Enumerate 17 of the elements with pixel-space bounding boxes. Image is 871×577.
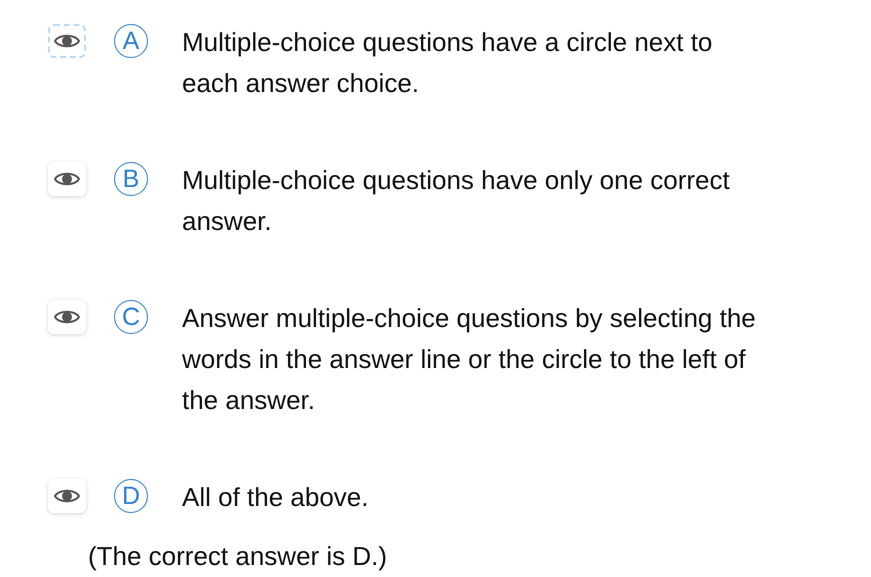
eye-icon — [54, 171, 80, 187]
eye-button[interactable] — [48, 24, 86, 58]
eye-icon — [54, 33, 80, 49]
eye-button[interactable] — [48, 300, 86, 334]
choice-text[interactable]: Answer multiple-choice questions by selecting the words in the answer line or the circle to the left of the answer. — [182, 298, 772, 421]
eye-icon — [54, 309, 80, 325]
answer-note: (The correct answer is D.) — [88, 540, 388, 573]
choice-text[interactable]: Multiple-choice questions have only one correct answer. — [182, 160, 772, 242]
choice-text[interactable]: All of the above. — [182, 477, 772, 518]
choice-letter[interactable]: D — [114, 479, 148, 513]
choice-text[interactable]: Multiple-choice questions have a circle next to each answer choice. — [182, 22, 772, 104]
choice-letter[interactable]: B — [114, 162, 148, 196]
eye-icon — [54, 488, 80, 504]
choice-letter[interactable]: C — [114, 300, 148, 334]
eye-button[interactable] — [48, 479, 86, 513]
choice-letter[interactable]: A — [114, 24, 148, 58]
eye-button[interactable] — [48, 162, 86, 196]
